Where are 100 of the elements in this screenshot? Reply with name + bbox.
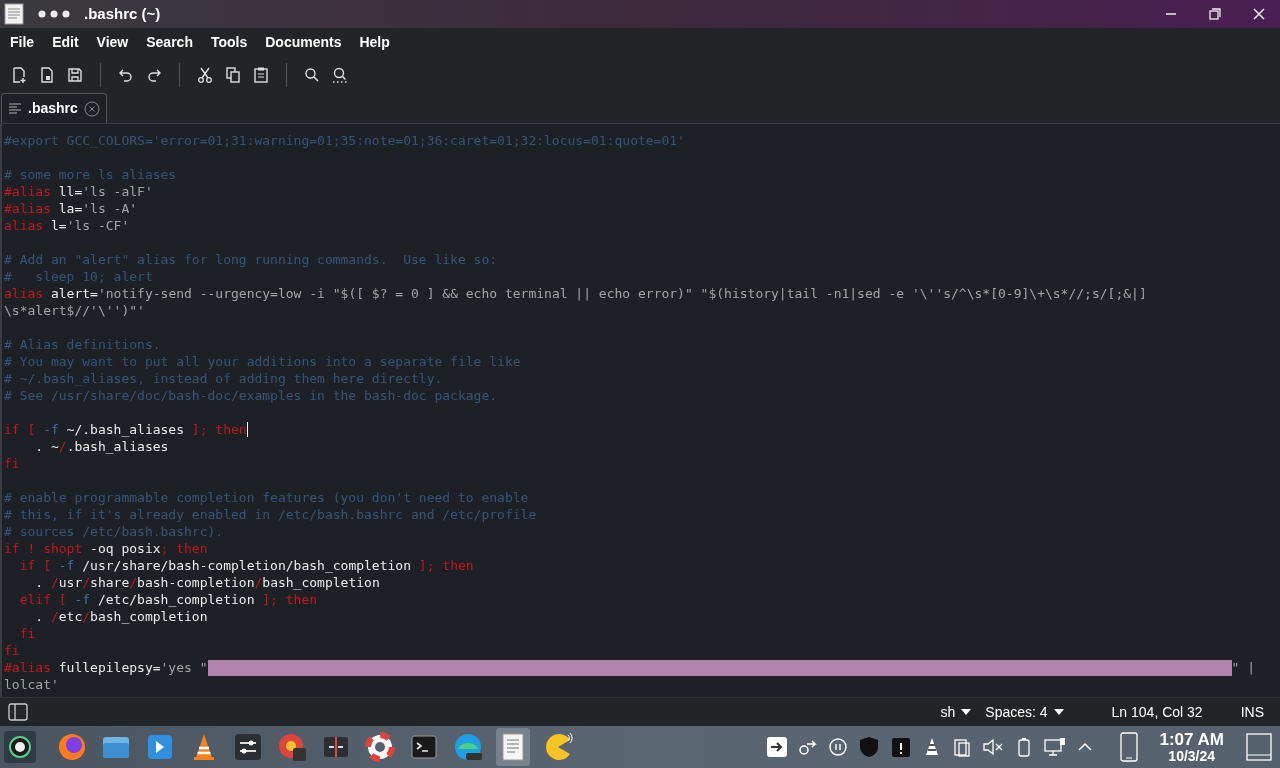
code-keyword: / [58,438,67,455]
clock-date: 10/3/24 [1168,749,1216,763]
code-option: -f [58,557,75,574]
code-string: lolcat' [4,676,59,693]
code-keyword: if ! shopt [4,540,83,557]
menu-item[interactable]: Search [137,32,202,53]
code-comment: # sources /etc/bash.bashrc). [4,523,224,540]
code-keyword: / [82,574,91,591]
browser-icon[interactable] [56,731,88,763]
code-text: share [90,574,130,591]
maximize-icon[interactable] [1208,7,1222,21]
cut-icon[interactable] [196,65,214,84]
code-string: 'ls -A' [82,200,138,217]
code-keyword: #alias [4,200,51,217]
notifications-icon[interactable] [1246,733,1272,761]
window-title: .bashrc (~) [84,3,161,24]
menu-item[interactable]: Help [350,32,399,53]
tab-label: .bashrc [28,99,78,118]
menu-item[interactable]: View [87,32,138,53]
code-keyword: alias [4,217,44,234]
code-keyword: alias [4,285,44,302]
code-text: .bash_aliases [66,438,169,455]
code-keyword: #alias [4,659,51,676]
code-keyword: if [ [4,421,37,438]
session-icon[interactable] [765,735,790,759]
code-text: . [34,574,45,591]
code-text: . [34,608,45,625]
save-icon[interactable] [66,65,84,84]
phone-icon[interactable] [1119,731,1140,763]
code-text: la= [57,200,83,217]
clock[interactable]: 1:07 AM 10/3/24 [1159,731,1224,763]
paste-icon[interactable] [252,65,270,84]
active-app-indicator[interactable] [496,728,530,766]
code-keyword: elif [ [18,591,68,608]
lifebuoy-icon[interactable] [364,731,396,763]
code-text: alert= [49,285,98,302]
code-keyword: / [50,608,59,625]
pause-icon[interactable] [827,736,850,758]
code-comment: # See /usr/share/doc/bash-doc/examples in the bash-doc package. [4,387,498,404]
code-text: bash_completion [90,608,208,625]
menu-item[interactable]: Documents [256,32,351,53]
copy-icon[interactable] [224,65,242,84]
code-string: 'yes " [160,659,208,676]
ring-icon [8,735,32,759]
code-keyword: ]; then [191,421,247,438]
cursor-position[interactable]: Ln 104, Col 32 [1111,701,1203,723]
code-keyword: ]; then [418,557,474,574]
code-text: bash-completion [137,574,255,591]
text-editor-icon [501,733,525,761]
code-text: bash_completion [262,574,380,591]
code-option: -f [74,591,91,608]
code-keyword: fi [18,625,36,642]
sidebar-toggle-icon[interactable] [8,703,28,721]
code-string: \s*alert$//'\'')"' [4,302,145,319]
code-text: ll= [57,183,83,200]
search-icon[interactable] [303,65,321,84]
code-keyword: #alias [4,183,51,200]
code-text: /etc/bash_completion [96,591,256,608]
code-keyword: / [82,608,91,625]
code-keyword: ]; then [262,591,318,608]
code-text: fullepilepsy= [57,659,161,676]
file-tab[interactable]: .bashrc [1,93,107,123]
file-icon[interactable] [38,65,56,84]
new-file-icon[interactable] [10,65,28,84]
caret-icon [961,709,972,715]
menu-item[interactable]: Edit [43,32,88,53]
code-text: etc [58,608,83,625]
code-comment: #export GCC_COLORS='error=01;31:warning=01;35:note=01;36:caret=01;32:locus=01:quote=01' [4,132,685,149]
code-comment: # enable programmable completion features (you don't need to enable [4,489,529,506]
text-cursor [246,422,248,437]
code-comment: # sleep 10; alert [4,268,153,285]
sliders-icon[interactable] [232,731,264,763]
code-comment: # this, if it's already enabled in /etc/bash.bashrc and /etc/profile [4,506,537,523]
code-keyword: / [129,574,138,591]
network-icon[interactable] [1043,736,1068,758]
insert-mode: INS [1240,702,1264,722]
close-icon[interactable] [83,100,100,117]
code-text: . ~ [34,438,59,455]
code-text: usr [58,574,83,591]
document-icon [4,3,24,25]
code-keyword: / [254,574,263,591]
menu-item[interactable]: Tools [201,32,257,53]
code-keyword: fi [4,455,20,472]
menu-item[interactable]: File [1,32,44,53]
code-string: " | [1231,659,1255,676]
replace-icon[interactable] [331,65,349,84]
code-option: -f [43,421,59,438]
clock-time: 1:07 AM [1159,731,1224,748]
browser-wave-icon[interactable] [452,731,484,763]
browser-dev-icon[interactable] [276,731,308,763]
language-dropdown[interactable]: sh [940,701,972,723]
indentation-dropdown[interactable]: Spaces: 4 [985,701,1064,723]
more-dots-icon[interactable] [38,10,70,18]
code-keyword: ; then [160,540,208,557]
code-string: 'ls -alF' [82,183,153,200]
lines-icon [8,102,22,115]
code-text: -oq posix [89,540,161,557]
code-keyword: fi [4,642,20,659]
code-comment: # You may want to put all your additions into a separate file like [4,353,521,370]
start-button[interactable] [4,731,36,763]
